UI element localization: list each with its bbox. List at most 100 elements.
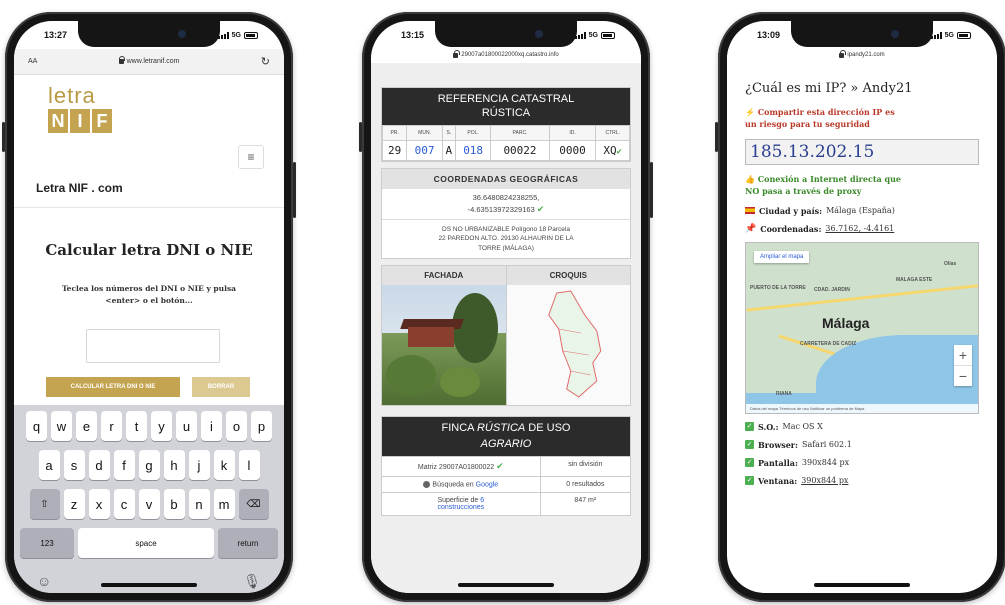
site-name[interactable]: Letra NIF . com: [36, 181, 123, 195]
keyboard-key[interactable]: s: [63, 450, 85, 480]
parcel-sketch[interactable]: [506, 285, 630, 406]
instructions-line: <enter> o el botón...: [105, 295, 193, 305]
logo-text: letra: [48, 83, 96, 108]
return-key[interactable]: return: [218, 528, 278, 558]
ip-address[interactable]: 185.13.202.15: [745, 138, 979, 165]
notch: [78, 21, 220, 47]
keyboard-key[interactable]: a: [38, 450, 60, 480]
coordinates-heading: COORDENADAS GEOGRÁFICAS: [382, 168, 630, 189]
keyboard-key[interactable]: d: [88, 450, 110, 480]
keyboard: qwertyuiop asdfghjkl ⇧ zxcvbnm ⌫ 123 spa…: [14, 405, 284, 593]
column-header: PARC.: [490, 124, 550, 141]
keyboard-key[interactable]: c: [113, 489, 135, 519]
keyboard-key[interactable]: r: [101, 411, 122, 441]
checkbox-icon: ✓: [745, 476, 754, 486]
map-label: PUERTO DE LA TORRE: [750, 284, 806, 291]
address-line: DS NO URBANIZABLE Polígono 18 Parcela: [442, 225, 570, 233]
keyboard-key[interactable]: k: [213, 450, 235, 480]
enlarge-map-button[interactable]: Ampliar el mapa: [754, 250, 810, 263]
microphone-icon[interactable]: 🎙: [243, 573, 261, 590]
keyboard-key[interactable]: j: [188, 450, 210, 480]
phone-andy21: 13:09 5G ipandy21.com ¿Cuál es mi IP? » …: [715, 12, 1005, 602]
calculate-button[interactable]: CALCULAR LETRA DNI O NIE: [46, 377, 180, 397]
screen: 13:09 5G ipandy21.com ¿Cuál es mi IP? » …: [727, 21, 997, 593]
map-label: Olías: [944, 260, 957, 267]
coordinates-label: Coordenadas:: [760, 223, 822, 234]
dni-input[interactable]: [86, 329, 220, 363]
address-bar[interactable]: ipandy21.com: [727, 47, 997, 63]
coordinate-line: -4.63513972329163: [467, 204, 535, 214]
home-indicator[interactable]: [458, 583, 554, 587]
page-content: ¿Cuál es mi IP? » Andy21 ⚡ Compartir est…: [727, 63, 997, 593]
coordinates-link[interactable]: 36.7162, -4.4161: [825, 224, 894, 233]
reload-icon[interactable]: ↻: [261, 55, 270, 68]
url-text[interactable]: ipandy21.com: [847, 52, 884, 58]
keyboard-key[interactable]: l: [238, 450, 260, 480]
keyboard-key[interactable]: h: [163, 450, 185, 480]
browser-value: Safari 602.1: [801, 440, 852, 450]
reader-mode-button[interactable]: AA: [28, 58, 37, 65]
clear-button[interactable]: BORRAR: [192, 377, 250, 397]
site-logo[interactable]: letra N I F: [48, 85, 112, 133]
reference-title-line: REFERENCIA CATASTRAL: [437, 93, 575, 105]
pin-icon: 📌: [745, 223, 757, 234]
keyboard-key[interactable]: p: [251, 411, 272, 441]
keyboard-key[interactable]: z: [63, 489, 85, 519]
address-bar[interactable]: AA www.letranif.com ↻: [14, 49, 284, 75]
keyboard-key[interactable]: t: [126, 411, 147, 441]
zoom-out-button[interactable]: −: [954, 364, 972, 386]
keyboard-key[interactable]: g: [138, 450, 160, 480]
facade-photo[interactable]: [382, 285, 506, 406]
numbers-key[interactable]: 123: [20, 528, 74, 558]
keyboard-key[interactable]: o: [226, 411, 247, 441]
keyboard-key[interactable]: e: [76, 411, 97, 441]
keyboard-key[interactable]: w: [51, 411, 72, 441]
keyboard-key[interactable]: x: [88, 489, 110, 519]
keyboard-key[interactable]: v: [138, 489, 160, 519]
url-text[interactable]: www.letranif.com: [127, 58, 180, 65]
keyboard-key[interactable]: n: [188, 489, 210, 519]
constructions-link[interactable]: 6: [480, 497, 484, 504]
map-footer[interactable]: Datos del mapa Términos de uso Notificar…: [746, 403, 978, 413]
space-key[interactable]: space: [78, 528, 214, 558]
home-indicator[interactable]: [101, 583, 197, 587]
warning-line: ⚡ Compartir esta dirección IP es: [745, 107, 895, 117]
ctrl-value: XQ: [603, 143, 617, 157]
sketch-label: CROQUIS: [506, 266, 630, 286]
keyboard-key[interactable]: i: [201, 411, 222, 441]
home-indicator[interactable]: [814, 583, 910, 587]
map-label: CARRETERA DE CADIZ: [800, 340, 857, 347]
keyboard-key[interactable]: m: [213, 489, 235, 519]
os-label: S.O.:: [758, 421, 779, 432]
keyboard-key[interactable]: q: [26, 411, 47, 441]
ref-cell-link[interactable]: 007: [406, 139, 443, 161]
backspace-key[interactable]: ⌫: [238, 489, 269, 519]
location-map[interactable]: Ampliar el mapa PUERTO DE LA TORRE CDAD.…: [745, 241, 979, 414]
hamburger-menu-icon[interactable]: ≡: [238, 145, 264, 169]
google-search-link[interactable]: Google: [476, 481, 499, 488]
city-value: Málaga (España): [826, 206, 895, 216]
city-label: Ciudad y país:: [759, 205, 823, 216]
keyboard-key[interactable]: u: [176, 411, 197, 441]
shift-key[interactable]: ⇧: [29, 489, 60, 519]
window-value: 390x844 px: [801, 476, 849, 486]
finca-title: FINCA RÚSTICA DE USO AGRARIO: [382, 417, 630, 456]
city-row: Ciudad y país: Málaga (España): [745, 206, 979, 216]
ref-cell-link[interactable]: 018: [454, 139, 492, 161]
images-card: FACHADA CROQUIS: [381, 265, 631, 407]
keyboard-key[interactable]: b: [163, 489, 185, 519]
url-text[interactable]: 29007a01800022000xq.catastro.info: [461, 52, 558, 58]
keyboard-key[interactable]: f: [113, 450, 135, 480]
map-label: MALAGA ESTE: [896, 276, 933, 283]
lock-icon: [453, 49, 460, 58]
zoom-in-button[interactable]: +: [954, 345, 972, 365]
logo-letter: N: [48, 109, 68, 133]
constructions-link[interactable]: construcciones: [437, 504, 484, 511]
keyboard-key[interactable]: y: [151, 411, 172, 441]
address-bar[interactable]: 29007a01800022000xq.catastro.info: [371, 47, 641, 63]
coordinates-value[interactable]: 36.6480824238255, -4.63513972329163 ✔: [382, 189, 630, 220]
checkbox-icon: ✓: [745, 458, 754, 468]
emoji-icon[interactable]: ☺: [37, 573, 51, 590]
column-header: ID.: [548, 124, 597, 141]
page-title: ¿Cuál es mi IP? » Andy21: [745, 81, 913, 96]
